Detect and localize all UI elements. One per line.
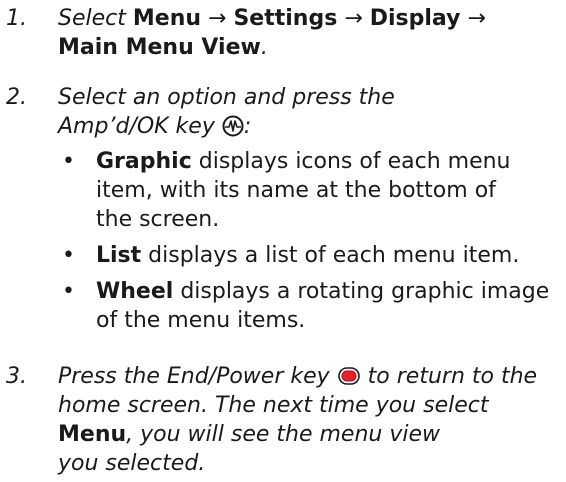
option-term: Wheel [96, 279, 174, 304]
step-text: Select Menu → Settings → Display → Main … [58, 4, 562, 62]
amp-ok-key-icon [222, 115, 244, 137]
list-item: • Wheel displays a rotating graphic imag… [58, 277, 562, 335]
step-number: 3. [6, 364, 27, 389]
step-text: Press the End/Power key to return to the… [58, 362, 562, 478]
list-item: • List displays a list of each menu item… [58, 241, 562, 270]
step-3-line-1-start: Press the End/Power key [58, 364, 330, 389]
option-list: • Graphic displays icons of each menu it… [58, 147, 562, 342]
option-text: item, with its name at the bottom of [96, 178, 496, 203]
menu-label: Menu [58, 422, 127, 447]
option-text: the screen. [96, 207, 220, 232]
step-number: 1. [6, 6, 27, 31]
bullet-icon: • [62, 279, 75, 304]
arrow-icon: → [344, 6, 363, 31]
option-text: displays icons of each menu [198, 149, 511, 174]
option-text: displays a list of each menu item. [148, 243, 520, 268]
settings-label: Settings [233, 6, 338, 31]
colon: : [243, 114, 252, 139]
main-menu-view-label: Main Menu View [58, 35, 261, 60]
step-2-line-1: Select an option and press the [58, 85, 395, 110]
step-3-line-1-end: to return to the [367, 364, 538, 389]
display-label: Display [369, 6, 461, 31]
end-power-key-icon [337, 365, 361, 387]
step-3-line-2: home screen. The next time you select [58, 393, 489, 418]
period: . [260, 35, 268, 60]
step-number: 2. [6, 85, 27, 110]
step-text: Select an option and press the Amp’d/OK … [58, 83, 562, 141]
menu-label: Menu [132, 6, 202, 31]
arrow-icon: → [467, 6, 486, 31]
option-term: List [96, 243, 142, 268]
bullet-icon: • [62, 149, 75, 174]
option-term: Graphic [96, 149, 192, 174]
instruction-page: 1. Select Menu → Settings → Display → Ma… [0, 0, 566, 482]
select-word: Select [58, 6, 126, 31]
step-2-line-2: Amp’d/OK key [58, 114, 215, 139]
step-3-line-4: you selected. [58, 451, 206, 476]
arrow-icon: → [208, 6, 227, 31]
bullet-icon: • [62, 243, 75, 268]
option-text: displays a rotating graphic image [180, 279, 550, 304]
list-item: • Graphic displays icons of each menu it… [58, 147, 562, 234]
step-3-line-3: , you will see the menu view [126, 422, 440, 447]
option-text: of the menu items. [96, 308, 306, 333]
